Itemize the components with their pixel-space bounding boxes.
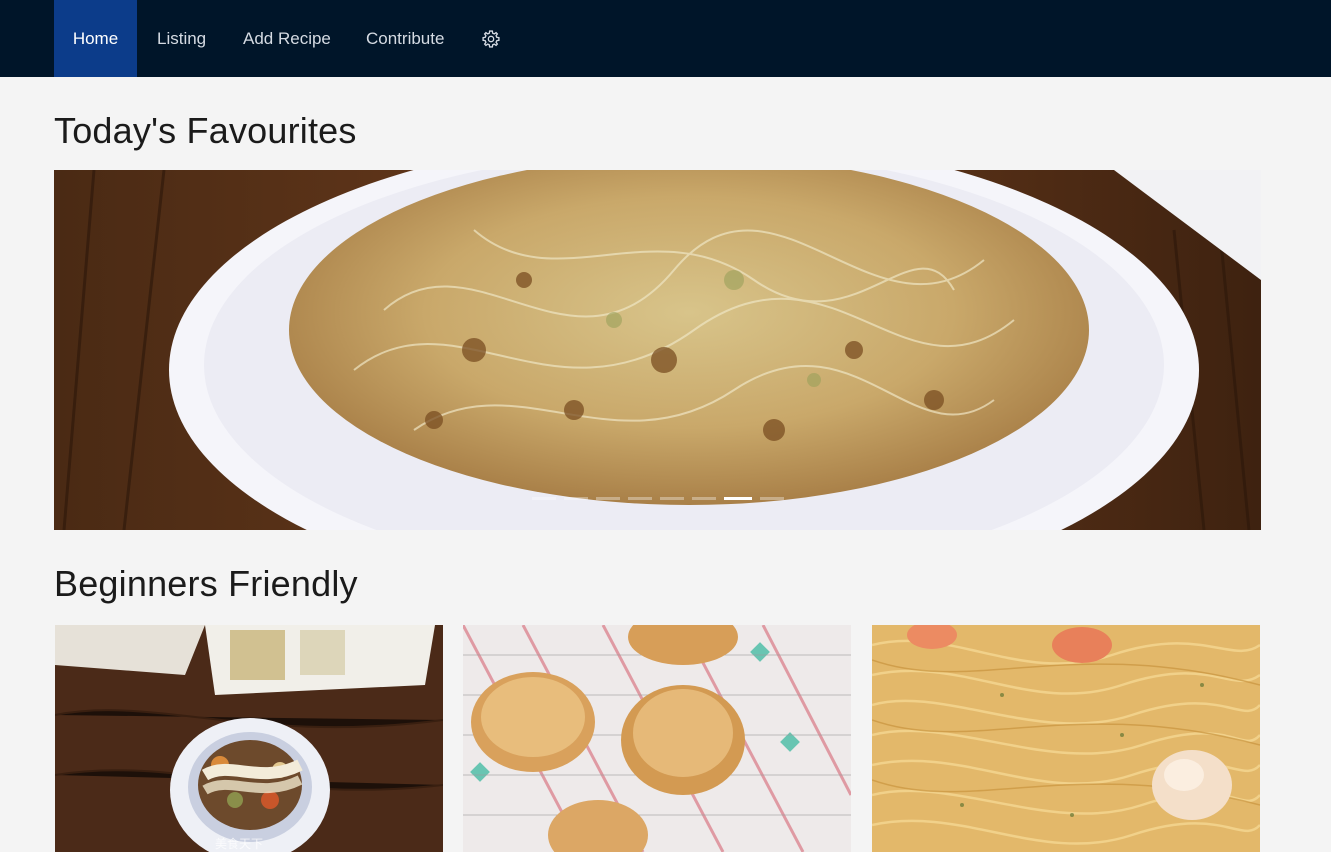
favourites-carousel[interactable] [54, 170, 1261, 530]
nav-listing[interactable]: Listing [157, 0, 206, 77]
gear-icon [482, 29, 500, 48]
nav-listing-label: Listing [157, 28, 207, 48]
recipe-card-spaghetti[interactable] [872, 625, 1260, 852]
recipe-card-scones[interactable] [463, 625, 851, 852]
recipe-card-image [55, 625, 443, 852]
carousel-dot[interactable] [759, 497, 784, 500]
carousel-dot[interactable] [659, 497, 684, 500]
nav-add-recipe-label: Add Recipe [243, 28, 331, 48]
image-watermark: 美食天下 [215, 837, 264, 851]
carousel-dot[interactable] [563, 497, 588, 500]
settings-button[interactable] [481, 0, 501, 77]
top-navigation: Home Listing Add Recipe Contribute [0, 0, 1331, 77]
carousel-dot[interactable] [627, 497, 652, 500]
carousel-dot[interactable] [691, 497, 716, 500]
carousel-dot[interactable] [531, 497, 556, 500]
recipe-card-image [872, 625, 1260, 852]
recipe-card-stew[interactable]: 美食天下 [55, 625, 443, 852]
nav-contribute-label: Contribute [366, 28, 445, 48]
carousel-slide-image [54, 170, 1261, 530]
nav-add-recipe[interactable]: Add Recipe [243, 0, 331, 77]
nav-contribute[interactable]: Contribute [366, 0, 444, 77]
recipe-card-image [463, 625, 851, 852]
favourites-title: Today's Favourites [54, 110, 357, 151]
carousel-indicators [54, 497, 1261, 500]
nav-home[interactable]: Home [54, 0, 137, 77]
nav-home-label: Home [72, 28, 119, 48]
beginners-title: Beginners Friendly [54, 563, 358, 604]
carousel-dot-active[interactable] [723, 497, 752, 500]
carousel-dot[interactable] [595, 497, 620, 500]
